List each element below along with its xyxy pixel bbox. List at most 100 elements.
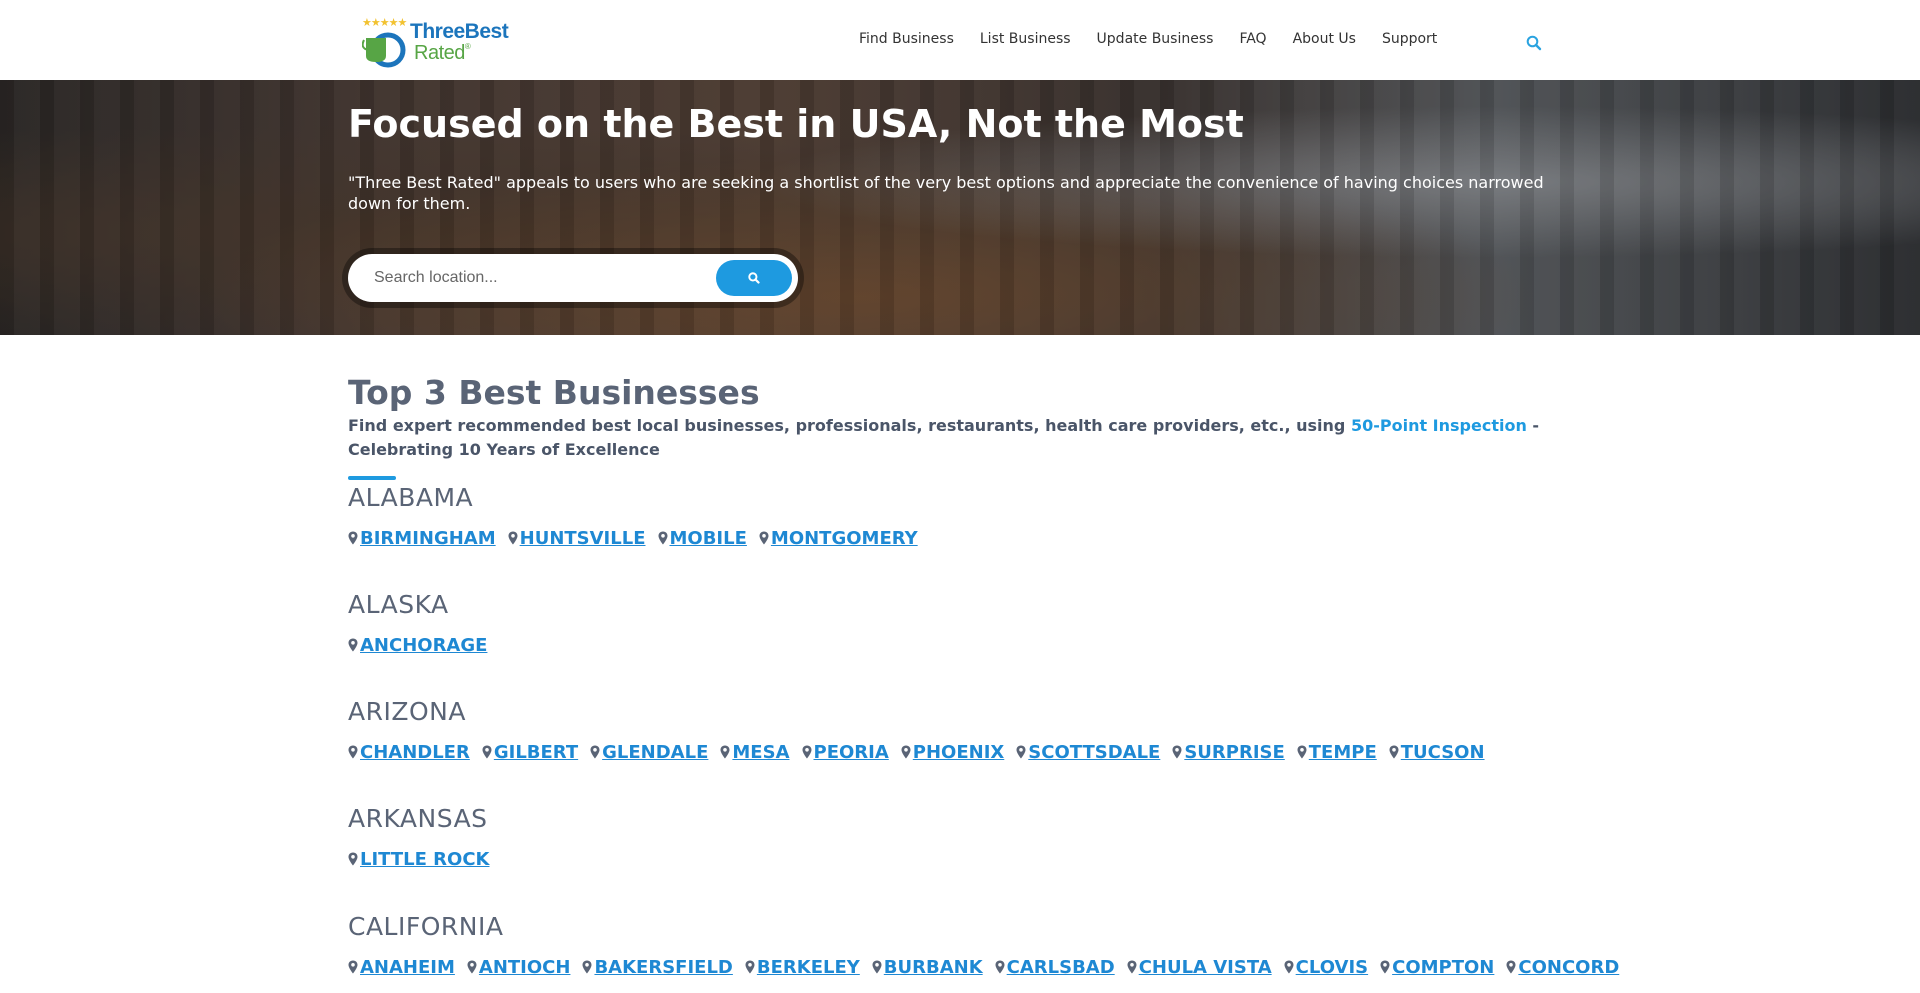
- map-marker-icon: [348, 745, 358, 759]
- city-name: TUCSON: [1400, 742, 1485, 763]
- city-list: ANAHEIM ANTIOCH BAKERSFIELD BERKELEY BURBANK…: [348, 957, 1631, 978]
- city-list: ANCHORAGE: [348, 635, 499, 656]
- map-marker-icon: [802, 745, 811, 759]
- state-section: ALABAMA BIRMINGHAM HUNTSVILLE MOBILE MONTGOM…: [348, 483, 918, 549]
- state-section: ALASKA ANCHORAGE: [348, 590, 487, 656]
- map-marker-icon: [1380, 960, 1390, 974]
- hero-title: Focused on the Best in USA, Not the Most: [348, 102, 1244, 146]
- nav-item-find-business[interactable]: Find Business: [859, 31, 954, 47]
- city-name: CHULA VISTA: [1138, 957, 1272, 978]
- map-marker-icon: [348, 638, 358, 652]
- city-link[interactable]: MOBILE: [658, 528, 747, 549]
- title-divider: [348, 476, 396, 480]
- city-name: MOBILE: [669, 528, 747, 549]
- state-name: ARKANSAS: [348, 804, 488, 833]
- main-nav: Find Business List Business Update Busines…: [859, 31, 1463, 47]
- map-marker-icon: [872, 960, 882, 974]
- nav-item-about-us[interactable]: About Us: [1293, 31, 1356, 47]
- city-name: CLOVIS: [1295, 957, 1369, 978]
- city-name: PHOENIX: [912, 742, 1005, 763]
- city-list: BIRMINGHAM HUNTSVILLE MOBILE MONTGOMERY: [348, 528, 930, 549]
- city-name: CHANDLER: [360, 742, 470, 763]
- map-marker-icon: [1172, 745, 1182, 759]
- city-link[interactable]: COMPTON: [1380, 957, 1494, 978]
- nav-item-faq[interactable]: FAQ: [1239, 31, 1266, 47]
- logo-text-threebest: ThreeBest: [410, 20, 509, 43]
- city-link[interactable]: MONTGOMERY: [759, 528, 918, 549]
- location-search-button[interactable]: [716, 260, 792, 296]
- city-name: BERKELEY: [756, 957, 860, 978]
- map-marker-icon: [658, 531, 667, 545]
- city-link[interactable]: GLENDALE: [590, 742, 708, 763]
- city-name: MESA: [732, 742, 790, 763]
- city-list: LITTLE ROCK: [348, 849, 502, 870]
- city-link[interactable]: HUNTSVILLE: [508, 528, 646, 549]
- map-marker-icon: [482, 745, 492, 759]
- nav-item-list-business[interactable]: List Business: [980, 31, 1071, 47]
- city-list: CHANDLER GILBERT GLENDALE MESA PEORIA PHOENIX…: [348, 742, 1497, 763]
- state-name: ARIZONA: [348, 697, 466, 726]
- city-name: MONTGOMERY: [770, 528, 918, 549]
- city-link[interactable]: ANAHEIM: [348, 957, 455, 978]
- city-link[interactable]: ANCHORAGE: [348, 635, 487, 656]
- city-link[interactable]: CARLSBAD: [995, 957, 1115, 978]
- city-link[interactable]: CLOVIS: [1284, 957, 1368, 978]
- logo[interactable]: ★★★★★ ThreeBest Rated®: [362, 16, 522, 68]
- map-marker-icon: [901, 745, 911, 759]
- city-link[interactable]: TUCSON: [1389, 742, 1485, 763]
- map-marker-icon: [348, 852, 358, 866]
- city-name: CONCORD: [1518, 957, 1620, 978]
- city-link[interactable]: MESA: [720, 742, 790, 763]
- inspection-link[interactable]: 50-Point Inspection: [1351, 416, 1527, 435]
- site-header: ★★★★★ ThreeBest Rated® Find Business List…: [0, 0, 1920, 80]
- city-name: BIRMINGHAM: [360, 528, 496, 549]
- location-search-box: [348, 254, 798, 302]
- map-marker-icon: [720, 745, 730, 759]
- map-marker-icon: [508, 531, 518, 545]
- city-link[interactable]: LITTLE ROCK: [348, 849, 490, 870]
- state-section: ARIZONA CHANDLER GILBERT GLENDALE MESA PEORIA…: [348, 697, 1485, 763]
- state-name: ALABAMA: [348, 483, 474, 512]
- city-link[interactable]: PEORIA: [802, 742, 889, 763]
- nav-item-update-business[interactable]: Update Business: [1097, 31, 1214, 47]
- page-subtitle: Find expert recommended best local busin…: [348, 416, 1540, 459]
- map-marker-icon: [590, 745, 600, 759]
- location-search-input[interactable]: [372, 268, 696, 288]
- nav-item-support[interactable]: Support: [1382, 31, 1437, 47]
- city-name: BURBANK: [883, 957, 983, 978]
- map-marker-icon: [582, 960, 592, 974]
- location-search: [342, 248, 804, 308]
- city-name: CARLSBAD: [1006, 957, 1115, 978]
- city-link[interactable]: BURBANK: [872, 957, 983, 978]
- city-link[interactable]: BERKELEY: [745, 957, 860, 978]
- city-link[interactable]: ANTIOCH: [467, 957, 571, 978]
- search-icon[interactable]: [1526, 35, 1542, 51]
- city-link[interactable]: SURPRISE: [1172, 742, 1285, 763]
- city-link[interactable]: SCOTTSDALE: [1016, 742, 1160, 763]
- city-name: PEORIA: [813, 742, 889, 763]
- state-name: ALASKA: [348, 590, 449, 619]
- city-name: COMPTON: [1392, 957, 1495, 978]
- city-link[interactable]: BAKERSFIELD: [582, 957, 733, 978]
- city-name: GLENDALE: [602, 742, 709, 763]
- city-name: BAKERSFIELD: [594, 957, 733, 978]
- logo-text-rated: Rated®: [414, 42, 471, 64]
- city-link[interactable]: BIRMINGHAM: [348, 528, 496, 549]
- city-name: ANTIOCH: [478, 957, 571, 978]
- hero-description: "Three Best Rated" appeals to users who …: [348, 173, 1544, 213]
- map-marker-icon: [1297, 745, 1307, 759]
- city-link[interactable]: CHANDLER: [348, 742, 470, 763]
- map-marker-icon: [1127, 960, 1137, 974]
- map-marker-icon: [348, 531, 358, 545]
- city-link[interactable]: CHULA VISTA: [1127, 957, 1272, 978]
- city-link[interactable]: PHOENIX: [901, 742, 1005, 763]
- map-marker-icon: [1284, 960, 1294, 974]
- city-link[interactable]: TEMPE: [1297, 742, 1377, 763]
- map-marker-icon: [1506, 960, 1516, 974]
- city-link[interactable]: GILBERT: [482, 742, 578, 763]
- city-name: TEMPE: [1308, 742, 1377, 763]
- city-name: LITTLE ROCK: [360, 849, 490, 870]
- city-link[interactable]: CONCORD: [1506, 957, 1619, 978]
- map-marker-icon: [348, 960, 358, 974]
- map-marker-icon: [745, 960, 755, 974]
